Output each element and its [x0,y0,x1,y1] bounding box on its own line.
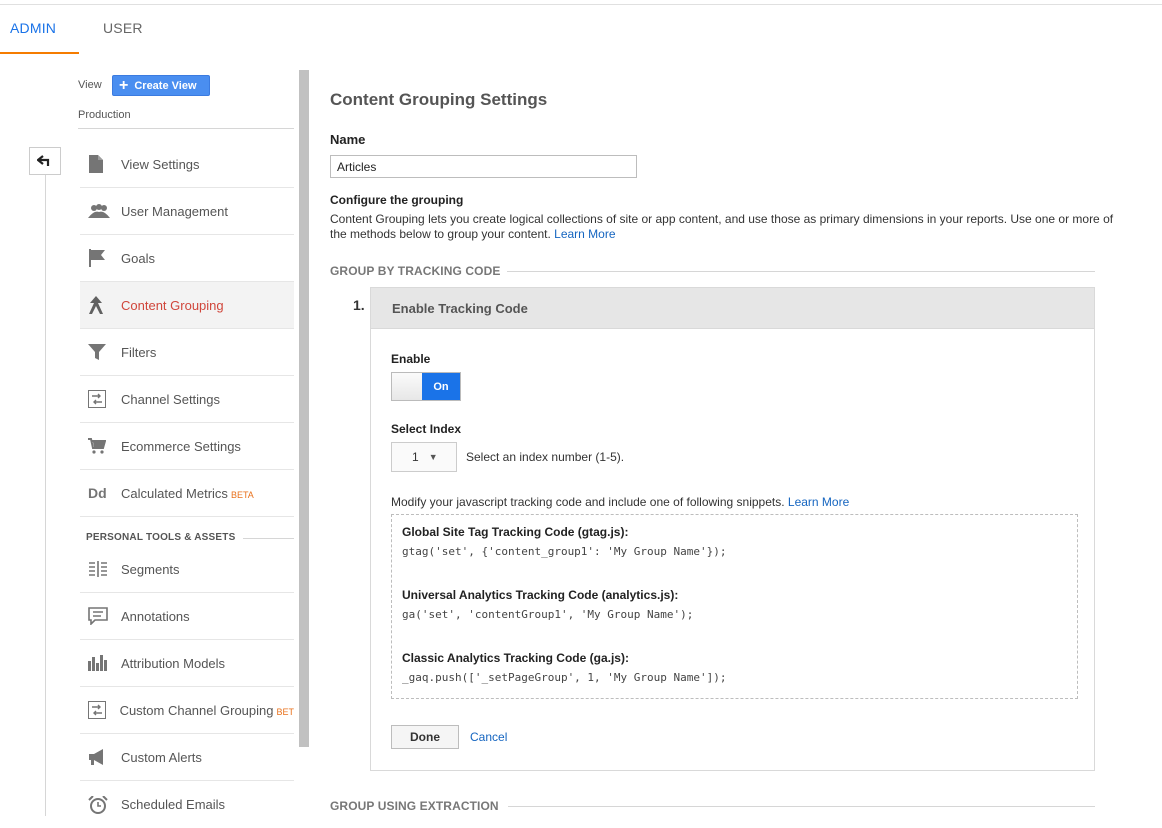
view-name: Production [78,109,131,121]
flag-icon [80,249,121,267]
view-divider [78,128,294,129]
panel-title: Enable Tracking Code [371,288,1094,329]
sidebar-item-segments[interactable]: Segments [80,546,294,593]
group-tracking-title: GROUP BY TRACKING CODE [330,264,501,278]
configure-title: Configure the grouping [330,193,464,207]
tab-user[interactable]: USER [103,20,143,36]
sidebar-item-label: Annotations [121,608,190,624]
sidebar-item-view-settings[interactable]: View Settings [80,141,294,188]
top-divider [0,4,1162,5]
select-index-hint: Select an index number (1-5). [466,450,625,464]
sidebar-item-label: Goals [121,250,155,266]
snippets-learn-more-link[interactable]: Learn More [788,495,849,509]
snippet-code: _gaq.push(['_setPageGroup', 1, 'My Group… [402,671,727,684]
snippet-code: gtag('set', {'content_group1': 'My Group… [402,545,727,558]
segments-icon [80,561,121,577]
sidebar-item-user-management[interactable]: User Management [80,188,294,235]
sidebar-item-custom-alerts[interactable]: Custom Alerts [80,734,294,781]
snippet-title: Global Site Tag Tracking Code (gtag.js): [402,525,629,539]
sidebar-item-custom-channel-grouping[interactable]: Custom Channel Grouping BET [80,687,294,734]
step-number: 1. [353,297,365,313]
cart-icon [80,438,121,454]
group-tracking-divider [507,271,1095,272]
modify-instructions: Modify your javascript tracking code and… [391,495,850,509]
sidebar-item-goals[interactable]: Goals [80,235,294,282]
section-divider [243,538,294,539]
sidebar-item-annotations[interactable]: Annotations [80,593,294,640]
create-view-button[interactable]: + Create View [112,75,210,96]
sidebar-item-label: Segments [121,561,180,577]
enable-label: Enable [391,352,431,366]
done-button[interactable]: Done [391,725,459,749]
sidebar-item-label: View Settings [121,156,200,172]
content-grouping-icon [80,296,121,314]
filter-icon [80,343,121,361]
cancel-link[interactable]: Cancel [470,730,507,744]
group-extraction-divider [508,806,1095,807]
sidebar-item-label: Channel Settings [121,391,221,407]
channel-icon [80,390,121,408]
back-button[interactable] [29,147,61,175]
hierarchy-rail [45,172,46,816]
sidebar-item-scheduled-emails[interactable]: Scheduled Emails [80,781,294,828]
name-input[interactable] [330,155,637,178]
chevron-down-icon: ▼ [428,452,438,462]
sidebar-item-label: Attribution Models [121,655,226,671]
page-title: Content Grouping Settings [330,90,548,109]
sidebar-item-content-grouping[interactable]: Content Grouping [80,282,294,329]
beta-badge: BET [276,706,294,717]
sidebar-item-channel-settings[interactable]: Channel Settings [80,376,294,423]
channel-icon [80,701,120,719]
configure-description: Content Grouping lets you create logical… [330,212,1114,241]
tab-admin[interactable]: ADMIN [10,20,56,36]
document-icon [80,155,121,173]
enable-toggle[interactable]: On [391,372,461,401]
back-arrow-icon [37,155,50,166]
sidebar-item-ecommerce-settings[interactable]: Ecommerce Settings [80,423,294,470]
bar-chart-icon [80,655,121,671]
sidebar-item-label: Custom Channel Grouping BET [119,702,294,718]
sidebar-item-label: User Management [121,203,228,219]
megaphone-icon [80,749,121,765]
dd-icon: Dd [88,485,107,501]
alarm-clock-icon [80,795,121,814]
toggle-knob [392,373,422,400]
index-select[interactable]: 1 ▼ [391,442,457,472]
people-icon [80,204,121,218]
sidebar-item-label: Content Grouping [121,297,224,313]
snippet-title: Classic Analytics Tracking Code (ga.js): [402,651,629,665]
snippet-title: Universal Analytics Tracking Code (analy… [402,588,679,602]
active-tab-indicator [0,52,79,54]
beta-badge: BETA [230,489,254,500]
index-select-value: 1 [412,450,419,464]
toggle-state: On [422,373,460,400]
sidebar-item-label: Custom Alerts [121,749,202,765]
sidebar-item-label: Calculated Metrics BETA [121,485,254,501]
group-extraction-title: GROUP USING EXTRACTION [330,799,499,813]
create-view-label: Create View [134,79,197,92]
plus-icon: + [119,76,129,94]
snippet-code: ga('set', 'contentGroup1', 'My Group Nam… [402,608,694,621]
view-label: View [78,79,102,91]
annotation-icon [80,607,121,625]
sidebar-scrollbar[interactable] [299,70,309,747]
name-label: Name [330,132,366,147]
sidebar-item-filters[interactable]: Filters [80,329,294,376]
sidebar-item-label: Scheduled Emails [121,797,226,812]
learn-more-link[interactable]: Learn More [554,227,615,241]
sidebar-item-label: Filters [121,344,157,360]
section-title: PERSONAL TOOLS & ASSETS [86,532,236,543]
code-snippets-box: Global Site Tag Tracking Code (gtag.js):… [391,514,1078,699]
sidebar-item-label: Ecommerce Settings [121,438,241,454]
select-index-label: Select Index [391,422,462,436]
sidebar-item-attribution-models[interactable]: Attribution Models [80,640,294,687]
sidebar-item-calculated-metrics[interactable]: Dd Calculated Metrics BETA [80,470,294,517]
